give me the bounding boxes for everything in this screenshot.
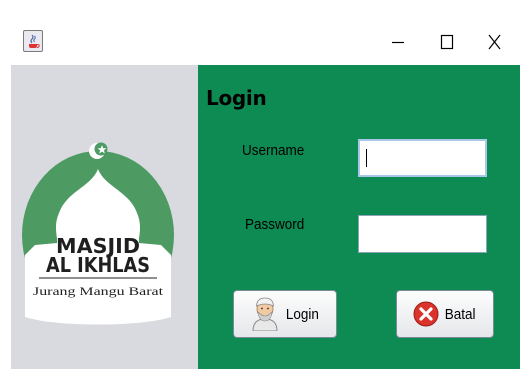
close-button[interactable] — [474, 18, 514, 65]
logo-line3: Jurang Mangu Barat — [33, 284, 164, 298]
minimize-button[interactable] — [378, 18, 418, 65]
cancel-button-label: Batal — [444, 305, 476, 323]
cancel-x-icon — [413, 301, 439, 327]
maximize-icon — [440, 34, 454, 50]
login-button[interactable]: Login — [233, 290, 337, 338]
login-title: Login — [206, 86, 267, 110]
maximize-button[interactable] — [427, 18, 467, 65]
masjid-logo: MASJID AL IKHLAS Jurang Mangu Barat — [22, 142, 174, 325]
login-window: MASJID AL IKHLAS Jurang Mangu Barat Logi… — [11, 18, 520, 369]
text-caret — [366, 149, 367, 167]
username-label: Username — [242, 142, 305, 159]
minimize-icon — [392, 41, 404, 44]
cancel-button[interactable]: Batal — [396, 290, 494, 338]
close-icon — [488, 34, 501, 50]
java-coffee-icon — [23, 30, 43, 52]
username-field[interactable] — [358, 139, 487, 177]
logo-line2: AL IKHLAS — [46, 253, 150, 277]
man-avatar-icon — [250, 297, 280, 331]
login-button-label: Login — [285, 305, 319, 323]
password-field[interactable] — [358, 215, 487, 253]
login-form-panel: Login Username Password Login Batal — [198, 65, 520, 369]
password-label: Password — [245, 216, 305, 233]
logo-panel: MASJID AL IKHLAS Jurang Mangu Barat — [11, 65, 198, 369]
title-bar — [11, 18, 520, 65]
window-content: MASJID AL IKHLAS Jurang Mangu Barat Logi… — [11, 65, 520, 369]
